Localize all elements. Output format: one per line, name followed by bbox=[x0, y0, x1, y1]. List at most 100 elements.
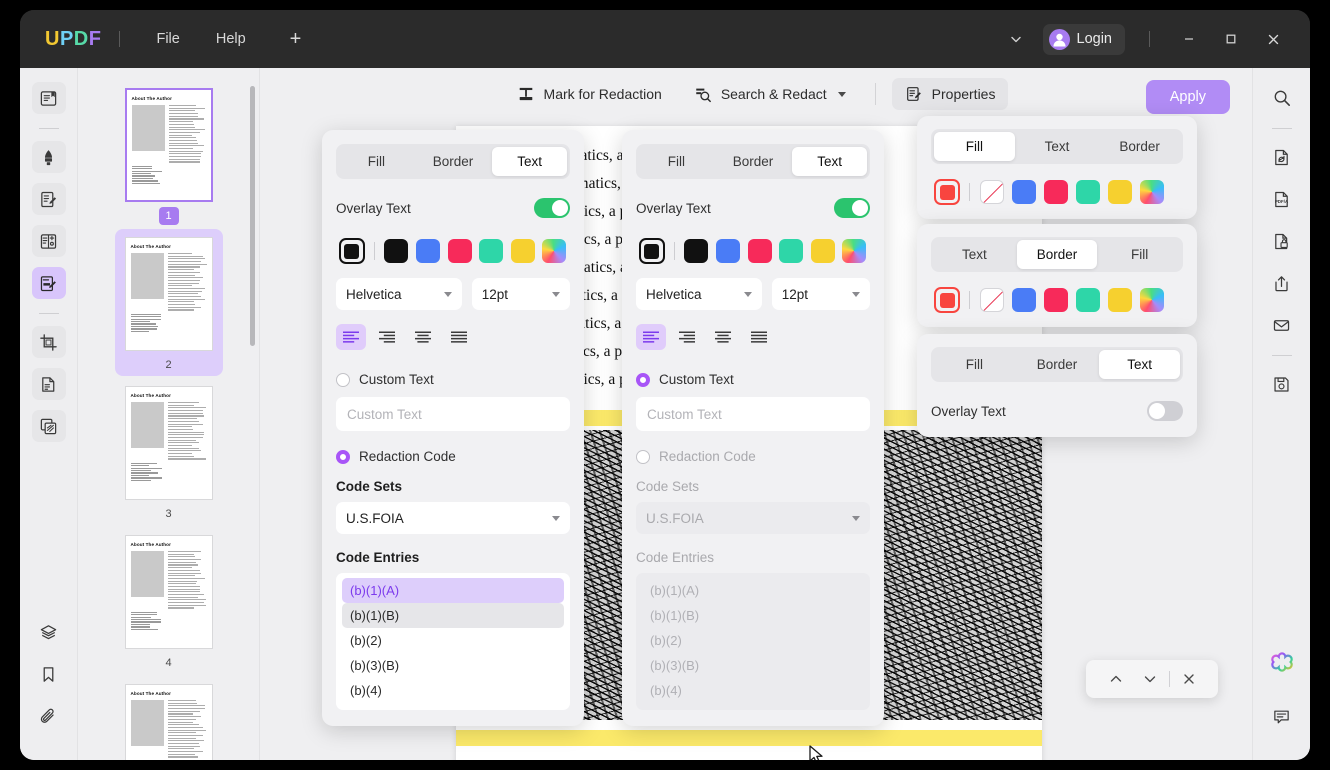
panel1-code-entry[interactable]: (b)(1)(A) bbox=[342, 578, 564, 603]
redaction-properties-overlay-off-panel[interactable]: Fill Border Text Overlay Text bbox=[917, 334, 1197, 437]
panel5-tab-text[interactable]: Text bbox=[1099, 350, 1180, 379]
panel1-custom-text-radio[interactable] bbox=[336, 373, 350, 387]
search-and-redact-button[interactable]: Search & Redact bbox=[681, 78, 859, 110]
panel3-swatch-5[interactable] bbox=[1136, 180, 1168, 204]
panel2-align-center-icon[interactable] bbox=[708, 324, 738, 350]
pdfa-icon[interactable]: PDF/A bbox=[1265, 183, 1299, 215]
panel3-swatch-1[interactable] bbox=[1008, 180, 1040, 204]
panel1-custom-text-radio-row[interactable]: Custom Text bbox=[336, 372, 570, 387]
find-next-icon[interactable] bbox=[1135, 665, 1165, 693]
panel1-tab-text[interactable]: Text bbox=[492, 147, 567, 176]
panel1-swatch-2[interactable] bbox=[444, 239, 476, 263]
panel2-swatch-5[interactable] bbox=[838, 239, 870, 263]
apply-button[interactable]: Apply bbox=[1146, 80, 1230, 114]
panel1-code-entries-list[interactable]: (b)(1)(A)(b)(1)(B)(b)(2)(b)(3)(B)(b)(4)(… bbox=[336, 573, 570, 710]
thumbnail-page-3[interactable]: About The Author 3 bbox=[115, 378, 223, 525]
panel2-overlay-text-toggle[interactable] bbox=[834, 198, 870, 218]
sidebar-crop-icon[interactable] bbox=[32, 326, 66, 358]
new-tab-button[interactable]: + bbox=[276, 26, 316, 53]
sidebar-form-icon[interactable] bbox=[32, 225, 66, 257]
chevron-down-icon[interactable] bbox=[995, 22, 1037, 56]
panel4-swatch-0[interactable] bbox=[976, 288, 1008, 312]
panel2-tab-fill[interactable]: Fill bbox=[639, 147, 714, 176]
redaction-properties-border-panel[interactable]: Text Border Fill bbox=[917, 224, 1197, 327]
panel1-code-entry[interactable]: (b)(1)(B) bbox=[342, 603, 564, 628]
panel2-font-size-select[interactable]: 12pt bbox=[772, 278, 870, 310]
panel5-tab-fill[interactable]: Fill bbox=[934, 350, 1015, 379]
panel2-swatch-3[interactable] bbox=[775, 239, 807, 263]
panel1-code-entry[interactable]: (b)(3)(B) bbox=[342, 653, 564, 678]
redaction-properties-text-panel[interactable]: Fill Border Text Overlay Text Helvetica 12… bbox=[322, 130, 584, 726]
menu-file[interactable]: File bbox=[138, 25, 197, 53]
panel3-tab-border[interactable]: Border bbox=[1099, 132, 1180, 161]
panel2-swatch-4[interactable] bbox=[807, 239, 839, 263]
panel2-redaction-code-radio[interactable] bbox=[636, 450, 650, 464]
panel2-code-entry[interactable]: (b)(2) bbox=[642, 628, 864, 653]
thumbnail-page-4[interactable]: About The Author 4 bbox=[115, 527, 223, 674]
panel2-tab-border[interactable]: Border bbox=[716, 147, 791, 176]
panel2-custom-text-input[interactable]: Custom Text bbox=[636, 397, 870, 431]
panel2-swatch-2[interactable] bbox=[744, 239, 776, 263]
panel3-swatch-3[interactable] bbox=[1072, 180, 1104, 204]
find-close-icon[interactable] bbox=[1174, 665, 1204, 693]
panel4-swatch-3[interactable] bbox=[1072, 288, 1104, 312]
sidebar-compare-icon[interactable] bbox=[32, 410, 66, 442]
convert-icon[interactable] bbox=[1265, 141, 1299, 173]
panel1-align-right-icon[interactable] bbox=[372, 324, 402, 350]
panel3-tab-text[interactable]: Text bbox=[1017, 132, 1098, 161]
panel2-custom-text-radio-row[interactable]: Custom Text bbox=[636, 372, 870, 387]
login-button[interactable]: Login bbox=[1043, 24, 1125, 55]
comment-icon[interactable] bbox=[1265, 700, 1299, 732]
panel1-current-color-swatch[interactable] bbox=[336, 238, 368, 264]
panel2-code-entry[interactable]: (b)(1)(A) bbox=[642, 578, 864, 603]
panel2-align-justify-icon[interactable] bbox=[744, 324, 774, 350]
thumbnail-page-5[interactable]: About The Author5 bbox=[115, 676, 223, 760]
minimize-button[interactable] bbox=[1168, 22, 1210, 56]
page-thumbnail-panel[interactable]: About The Author 1 About The Author 2 About … bbox=[78, 68, 260, 760]
panel1-code-entry[interactable]: (b)(4) bbox=[342, 678, 564, 703]
panel2-code-entry[interactable]: (b)(3)(B) bbox=[642, 653, 864, 678]
panel1-redaction-code-radio[interactable] bbox=[336, 450, 350, 464]
sidebar-edit-pdf-icon[interactable] bbox=[32, 183, 66, 215]
panel2-swatch-1[interactable] bbox=[712, 239, 744, 263]
sidebar-reader-icon[interactable] bbox=[32, 82, 66, 114]
panel1-tab-border[interactable]: Border bbox=[416, 147, 491, 176]
sidebar-organize-icon[interactable] bbox=[32, 368, 66, 400]
sidebar-annotate-icon[interactable] bbox=[32, 141, 66, 173]
panel2-align-left-icon[interactable] bbox=[636, 324, 666, 350]
redaction-properties-fill-panel[interactable]: Fill Text Border bbox=[917, 116, 1197, 219]
panel4-tab-text[interactable]: Text bbox=[934, 240, 1015, 269]
panel2-redaction-code-radio-row[interactable]: Redaction Code bbox=[636, 449, 870, 464]
search-icon[interactable] bbox=[1265, 82, 1299, 114]
protect-icon[interactable] bbox=[1265, 225, 1299, 257]
redaction-properties-custom-text-panel[interactable]: Fill Border Text Overlay Text Helvetica 12… bbox=[622, 130, 884, 726]
panel1-code-entry[interactable]: (b)(5) bbox=[342, 703, 564, 710]
share-icon[interactable] bbox=[1265, 267, 1299, 299]
thumbnail-page-1[interactable]: About The Author 1 bbox=[115, 80, 223, 227]
panel1-swatch-3[interactable] bbox=[475, 239, 507, 263]
panel5-overlay-text-toggle[interactable] bbox=[1147, 401, 1183, 421]
ai-assistant-icon[interactable] bbox=[1265, 646, 1299, 678]
properties-button[interactable]: Properties bbox=[892, 78, 1009, 110]
panel4-tab-fill[interactable]: Fill bbox=[1099, 240, 1180, 269]
panel1-redaction-code-radio-row[interactable]: Redaction Code bbox=[336, 449, 570, 464]
panel3-swatch-0[interactable] bbox=[976, 180, 1008, 204]
panel3-current-color-swatch[interactable] bbox=[931, 179, 963, 205]
panel2-current-color-swatch[interactable] bbox=[636, 238, 668, 264]
panel3-swatch-4[interactable] bbox=[1104, 180, 1136, 204]
panel1-code-entry[interactable]: (b)(2) bbox=[342, 628, 564, 653]
panel5-tab-border[interactable]: Border bbox=[1017, 350, 1098, 379]
panel2-align-right-icon[interactable] bbox=[672, 324, 702, 350]
menu-help[interactable]: Help bbox=[198, 25, 264, 53]
panel1-swatch-1[interactable] bbox=[412, 239, 444, 263]
panel1-code-set-select[interactable]: U.S.FOIA bbox=[336, 502, 570, 534]
attachment-icon[interactable] bbox=[32, 700, 66, 732]
panel4-swatch-5[interactable] bbox=[1136, 288, 1168, 312]
maximize-button[interactable] bbox=[1210, 22, 1252, 56]
chevron-down-icon[interactable] bbox=[838, 92, 846, 97]
email-icon[interactable] bbox=[1265, 309, 1299, 341]
panel1-font-family-select[interactable]: Helvetica bbox=[336, 278, 462, 310]
panel1-align-left-icon[interactable] bbox=[336, 324, 366, 350]
panel4-swatch-4[interactable] bbox=[1104, 288, 1136, 312]
panel3-tab-fill[interactable]: Fill bbox=[934, 132, 1015, 161]
